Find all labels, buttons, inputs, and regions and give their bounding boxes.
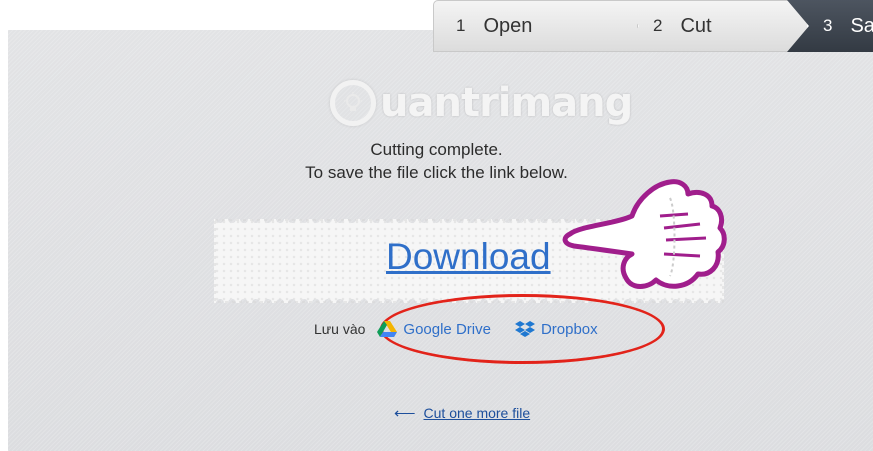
dropbox-icon: [514, 321, 535, 337]
google-drive-button[interactable]: Google Drive: [377, 321, 491, 338]
site-logo: uantrimang: [330, 77, 633, 129]
logo-text: uantrimang: [380, 80, 633, 126]
arrow-left-icon: ⟵: [394, 405, 416, 422]
step-number: 1: [456, 16, 466, 35]
step-label: Sa: [850, 14, 873, 37]
dropbox-label: Dropbox: [540, 320, 598, 338]
step-cut[interactable]: 2 Cut: [617, 0, 807, 52]
step-number: 3: [823, 16, 833, 35]
google-drive-icon: [377, 321, 398, 337]
step-open[interactable]: 1 Open: [433, 0, 638, 52]
step-label: Open: [483, 14, 533, 37]
dropbox-button[interactable]: Dropbox: [514, 320, 598, 338]
status-message: Cutting complete.: [370, 140, 503, 159]
download-link[interactable]: Download: [386, 236, 551, 278]
cut-one-more-link[interactable]: Cut one more file: [424, 405, 531, 421]
step-number: 2: [653, 16, 663, 35]
cut-more-row: ⟵ Cut one more file: [394, 404, 530, 422]
steps-bar: 1 Open 2 Cut 3 Sa: [433, 0, 873, 54]
step-label: Cut: [680, 14, 712, 37]
pointing-hand-icon: [562, 179, 727, 289]
google-drive-label: Google Drive: [403, 320, 491, 338]
save-to-label: Lưu vào: [314, 321, 366, 337]
instruction-message: To save the file click the link below.: [305, 163, 568, 182]
save-to-row: Lưu vào Google Drive Dropbox: [314, 318, 622, 340]
lightbulb-icon: [330, 80, 376, 126]
